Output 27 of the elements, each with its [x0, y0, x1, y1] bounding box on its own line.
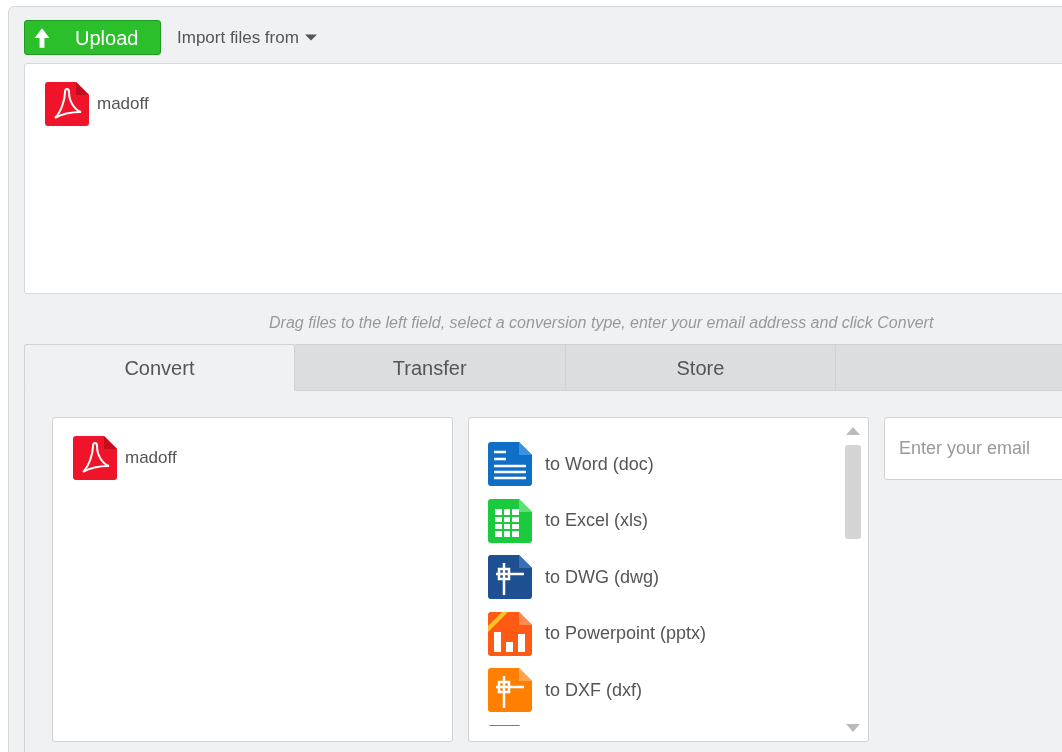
scroll-up-arrow[interactable] — [846, 427, 860, 435]
conversion-option[interactable]: to DXF (dxf) — [488, 662, 868, 719]
spreadsheet-file-icon — [488, 498, 532, 543]
document-file-icon — [488, 442, 532, 487]
scrollbar-thumb[interactable] — [845, 445, 861, 539]
pdf-file-icon — [45, 82, 89, 126]
chart-file-icon — [488, 611, 532, 656]
file-name: madoff — [125, 447, 177, 470]
pdf-file-icon — [73, 436, 117, 480]
conversion-option[interactable]: to Excel (xls) — [488, 492, 868, 549]
drawing-file-icon — [488, 668, 532, 713]
scroll-down-arrow[interactable] — [846, 724, 860, 732]
file-name: madoff — [97, 93, 149, 116]
tab[interactable]: Convert — [24, 344, 295, 391]
tab[interactable]: Transfer — [294, 344, 566, 391]
file-drop-area[interactable]: madoff — [24, 63, 1062, 294]
tab[interactable] — [836, 344, 1062, 391]
import-files-dropdown[interactable]: Import files from — [161, 24, 317, 51]
conversion-option[interactable]: to DWG (dwg) — [488, 549, 868, 606]
up-arrow-icon — [33, 26, 51, 49]
drawing-file-icon — [488, 555, 532, 600]
tab[interactable]: Store — [565, 344, 837, 391]
conversion-option[interactable]: to Powerpoint (pptx) — [488, 605, 868, 662]
caret-icon — [304, 34, 317, 41]
instruction-text: Drag files to the left field, select a conversion type, enter your email address and click Convert — [269, 314, 934, 331]
email-field[interactable]: Enter your email — [884, 417, 1062, 480]
conversion-option[interactable]: to Word (doc) — [488, 436, 868, 493]
